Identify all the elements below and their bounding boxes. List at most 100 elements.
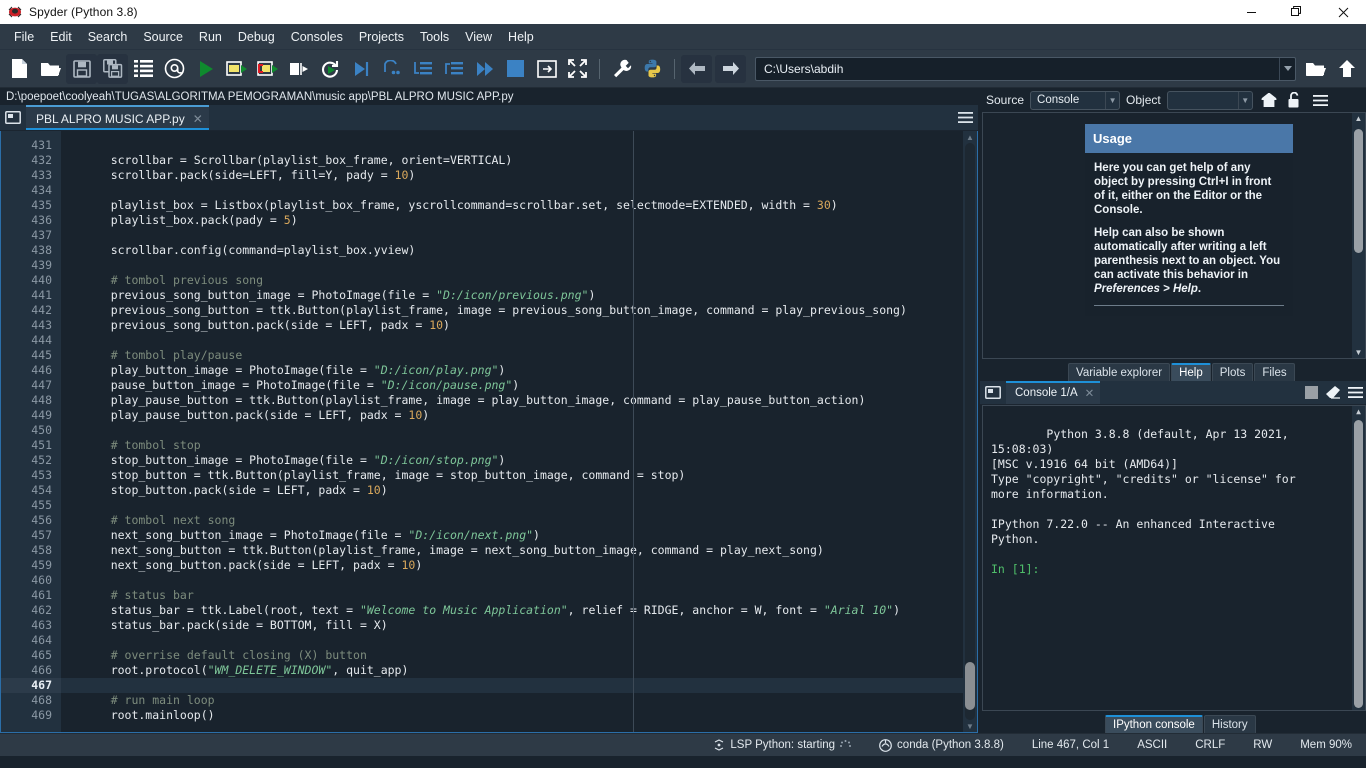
- run-file-icon[interactable]: [190, 54, 221, 84]
- arrow-right-icon[interactable]: [715, 54, 746, 83]
- close-icon[interactable]: [1320, 0, 1366, 24]
- options-hamburger-icon[interactable]: [1344, 381, 1366, 404]
- run-cell-advance-icon[interactable]: [252, 54, 283, 84]
- rerun-file-icon[interactable]: [314, 54, 345, 84]
- debug-step-over-icon[interactable]: [376, 54, 407, 84]
- code-line: # run main loop: [83, 693, 215, 707]
- tab-plots[interactable]: Plots: [1211, 363, 1254, 381]
- maximize-icon[interactable]: [1274, 0, 1320, 24]
- status-bar: LSP Python: starting conda (Python 3.8.8…: [0, 733, 1366, 756]
- pythonpath-icon[interactable]: [637, 54, 668, 84]
- debug-file-icon[interactable]: [345, 54, 376, 84]
- run-cell-icon[interactable]: [221, 54, 252, 84]
- minimize-icon[interactable]: [1228, 0, 1274, 24]
- options-hamburger-icon[interactable]: [952, 105, 978, 130]
- preferences-icon[interactable]: [606, 54, 637, 84]
- close-tab-icon[interactable]: ✕: [1085, 386, 1095, 400]
- status-cursor-position[interactable]: Line 467, Col 1: [1018, 739, 1123, 751]
- editor-code-area[interactable]: scrollbar = Scrollbar(playlist_box_frame…: [61, 131, 963, 732]
- maximize-pane-icon[interactable]: [531, 54, 562, 84]
- menu-item-file[interactable]: File: [6, 27, 42, 47]
- debug-continue-icon[interactable]: [469, 54, 500, 84]
- new-file-icon[interactable]: [4, 54, 35, 84]
- menu-item-projects[interactable]: Projects: [351, 27, 412, 47]
- line-number: 452: [31, 453, 52, 467]
- chevron-down-icon[interactable]: [1279, 57, 1295, 80]
- clear-console-icon[interactable]: [1322, 381, 1344, 404]
- browse-tabs-icon[interactable]: [0, 105, 26, 130]
- status-encoding[interactable]: ASCII: [1123, 739, 1181, 751]
- menu-item-source[interactable]: Source: [135, 27, 191, 47]
- tab-history[interactable]: History: [1203, 715, 1256, 733]
- menu-item-tools[interactable]: Tools: [412, 27, 457, 47]
- run-selection-icon[interactable]: [283, 54, 314, 84]
- editor-vertical-scrollbar[interactable]: ▲ ▼: [963, 131, 977, 732]
- status-memory[interactable]: Mem 90%: [1286, 739, 1366, 751]
- arrow-up-icon[interactable]: [1331, 54, 1362, 84]
- status-permissions[interactable]: RW: [1239, 739, 1286, 751]
- usage-title: Usage: [1085, 124, 1293, 153]
- debug-step-return-icon[interactable]: [438, 54, 469, 84]
- help-scroll-thumb[interactable]: [1354, 129, 1363, 253]
- menu-item-consoles[interactable]: Consoles: [283, 27, 351, 47]
- scroll-up-arrow[interactable]: ▲: [963, 131, 977, 143]
- help-vertical-scrollbar[interactable]: ▲ ▼: [1352, 113, 1365, 358]
- status-eol[interactable]: CRLF: [1181, 739, 1239, 751]
- code-line: playlist_box = Listbox(playlist_box_fram…: [83, 198, 838, 212]
- menu-item-view[interactable]: View: [457, 27, 500, 47]
- scroll-up-arrow[interactable]: ▲: [1352, 113, 1365, 124]
- file-switcher-icon[interactable]: [128, 54, 159, 84]
- arrow-left-icon[interactable]: [681, 54, 712, 83]
- status-interpreter[interactable]: conda (Python 3.8.8): [865, 738, 1018, 752]
- stop-square-icon[interactable]: [1300, 381, 1322, 404]
- menu-item-search[interactable]: Search: [80, 27, 136, 47]
- fullscreen-icon[interactable]: [562, 54, 593, 84]
- tab-help[interactable]: Help: [1171, 363, 1211, 381]
- open-file-icon[interactable]: [35, 54, 66, 84]
- menu-item-run[interactable]: Run: [191, 27, 230, 47]
- code-line: previous_song_button.pack(side = LEFT, p…: [83, 318, 450, 332]
- console-output[interactable]: Python 3.8.8 (default, Apr 13 2021, 15:0…: [982, 405, 1366, 711]
- chevron-down-icon[interactable]: ▼: [1237, 91, 1252, 109]
- debug-stop-icon[interactable]: [500, 54, 531, 84]
- close-tab-icon[interactable]: ✕: [193, 112, 203, 126]
- help-object-label: Object: [1126, 93, 1161, 107]
- line-number: 456: [31, 513, 52, 527]
- console-scroll-thumb[interactable]: [1354, 420, 1363, 708]
- menu-item-edit[interactable]: Edit: [42, 27, 80, 47]
- editor-scroll-thumb[interactable]: [965, 662, 975, 710]
- help-source-label: Source: [986, 93, 1025, 107]
- chevron-down-icon[interactable]: ▼: [1105, 91, 1119, 109]
- options-hamburger-icon[interactable]: [1311, 90, 1331, 110]
- folder-open-icon[interactable]: [1300, 54, 1331, 84]
- tab-files[interactable]: Files: [1254, 363, 1295, 381]
- editor-body[interactable]: 431 432 433 434 435 436 437 438 439 440 441 442 443 4…: [0, 131, 978, 733]
- status-lsp[interactable]: LSP Python: starting: [699, 739, 865, 751]
- toolbar-separator: [599, 58, 600, 79]
- help-source-select[interactable]: Console ▼: [1030, 90, 1121, 110]
- usage-divider: [1094, 305, 1284, 306]
- tab-variable-explorer[interactable]: Variable explorer: [1068, 363, 1171, 381]
- editor-tab[interactable]: PBL ALPRO MUSIC APP.py ✕: [26, 105, 209, 130]
- menu-item-debug[interactable]: Debug: [230, 27, 283, 47]
- scroll-down-arrow[interactable]: ▼: [1352, 347, 1365, 358]
- line-number: 439: [31, 258, 52, 272]
- help-object-input[interactable]: ▼: [1166, 90, 1253, 110]
- debug-step-into-icon[interactable]: [407, 54, 438, 84]
- unlock-icon[interactable]: [1285, 90, 1305, 110]
- home-icon[interactable]: [1259, 90, 1279, 110]
- working-directory-input[interactable]: C:\Users\abdih: [755, 56, 1296, 81]
- browse-tabs-icon[interactable]: [980, 381, 1006, 404]
- tab-ipython-console[interactable]: IPython console: [1105, 715, 1203, 733]
- find-symbols-icon[interactable]: [159, 54, 190, 84]
- scroll-down-arrow[interactable]: ▼: [963, 720, 977, 732]
- console-tab[interactable]: Console 1/A ✕: [1006, 381, 1101, 404]
- save-file-icon[interactable]: [66, 53, 97, 84]
- scroll-up-arrow[interactable]: ▲: [1352, 406, 1365, 417]
- menu-item-help[interactable]: Help: [500, 27, 542, 47]
- console-vertical-scrollbar[interactable]: ▲: [1352, 406, 1365, 710]
- save-all-icon[interactable]: [97, 53, 128, 84]
- editor-scroll-track[interactable]: [965, 143, 975, 720]
- code-line: scrollbar.config(command=playlist_box.yv…: [83, 243, 416, 257]
